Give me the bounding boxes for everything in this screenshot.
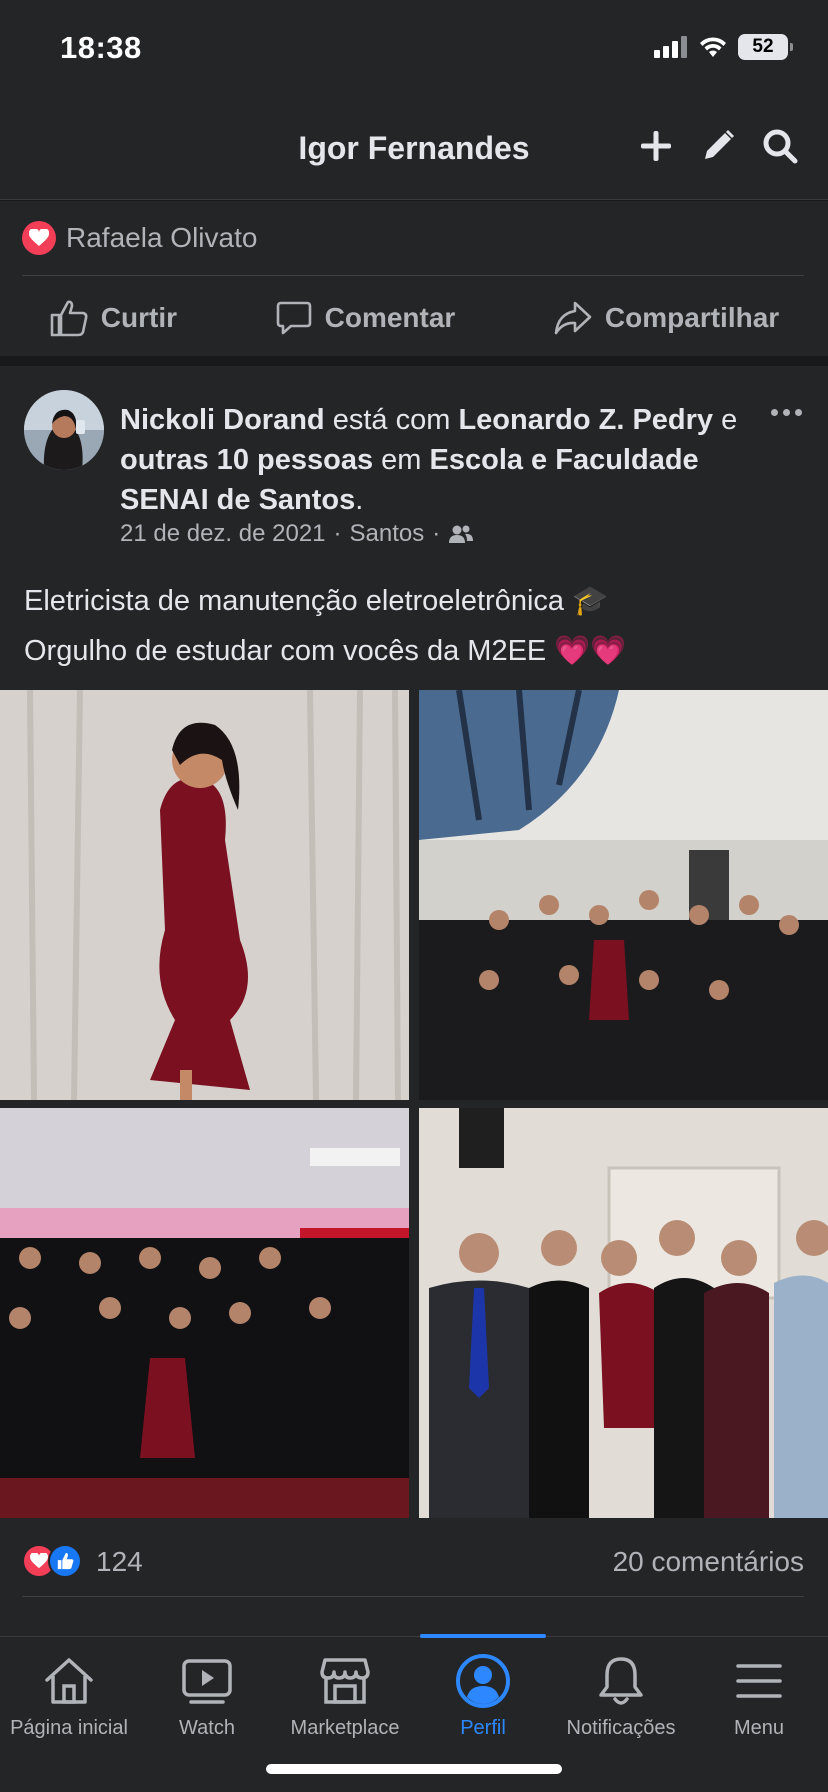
comments-count[interactable]: 20 comentários bbox=[613, 1546, 804, 1578]
tab-label: Notificações bbox=[566, 1717, 676, 1739]
post: Nickoli Dorand está com Leonardo Z. Pedr… bbox=[0, 366, 828, 1636]
thumbs-up-icon bbox=[50, 300, 88, 337]
love-reaction-icon bbox=[22, 221, 56, 255]
avatar[interactable] bbox=[24, 390, 104, 470]
menu-icon bbox=[729, 1651, 789, 1711]
marketplace-icon bbox=[315, 1651, 375, 1711]
reaction-count: 124 bbox=[96, 1546, 143, 1577]
others-link[interactable]: outras 10 pessoas bbox=[120, 444, 373, 476]
pencil-icon bbox=[705, 130, 734, 159]
edit-button[interactable] bbox=[696, 124, 740, 168]
more-dot bbox=[794, 408, 802, 416]
status-icons: 52 bbox=[654, 34, 793, 60]
photo-grid: SENA bbox=[0, 690, 828, 1518]
share-icon bbox=[554, 301, 592, 335]
watch-icon bbox=[177, 1651, 237, 1711]
meta-separator: · bbox=[333, 520, 342, 547]
tab-watch[interactable]: Watch bbox=[138, 1651, 276, 1740]
post-text-line: Eletricista de manutenção eletroeletrôni… bbox=[24, 585, 609, 617]
home-indicator bbox=[266, 1764, 562, 1774]
add-button[interactable] bbox=[634, 124, 678, 168]
tab-menu[interactable]: Menu bbox=[690, 1651, 828, 1740]
tab-label: Perfil bbox=[460, 1717, 506, 1739]
screen: 18:38 52 Igor Fernandes Rafaela Olivato … bbox=[0, 0, 828, 1792]
more-dot bbox=[782, 408, 790, 416]
plus-icon bbox=[641, 131, 671, 161]
signal-icon bbox=[654, 36, 687, 58]
photo-2[interactable] bbox=[419, 690, 828, 1100]
tab-label: Marketplace bbox=[290, 1717, 400, 1739]
tab-label: Menu bbox=[733, 1717, 785, 1739]
tab-label: Watch bbox=[179, 1717, 235, 1739]
divider bbox=[22, 275, 804, 276]
share-label: Compartilhar bbox=[604, 302, 780, 333]
home-icon bbox=[39, 1651, 99, 1711]
reactor-line[interactable]: Rafaela Olivato bbox=[22, 221, 257, 255]
search-button[interactable] bbox=[758, 124, 802, 168]
more-options-button[interactable] bbox=[766, 402, 806, 422]
search-icon bbox=[763, 129, 798, 164]
and-text: e bbox=[721, 404, 738, 436]
meta-separator: · bbox=[432, 520, 441, 547]
comment-icon bbox=[276, 301, 311, 335]
more-dot bbox=[770, 408, 778, 416]
comment-label: Comentar bbox=[324, 302, 456, 333]
header-actions bbox=[634, 124, 802, 168]
active-tab-indicator bbox=[420, 1634, 546, 1638]
divider bbox=[22, 1596, 804, 1597]
with-text: está com bbox=[332, 404, 451, 436]
post-date[interactable]: 21 de dez. de 2021 bbox=[120, 520, 326, 548]
author-name[interactable]: Nickoli Dorand bbox=[120, 404, 325, 436]
status-time: 18:38 bbox=[60, 30, 142, 65]
like-reaction-icon bbox=[48, 1544, 82, 1578]
post-location[interactable]: Santos bbox=[350, 520, 425, 548]
tab-marketplace[interactable]: Marketplace bbox=[276, 1651, 414, 1740]
share-button[interactable]: Compartilhar bbox=[553, 300, 779, 336]
post-author-line: Nickoli Dorand está com Leonardo Z. Pedr… bbox=[120, 400, 760, 520]
reactions-summary[interactable]: 124 20 comentários bbox=[0, 1526, 828, 1596]
tab-home[interactable]: Página inicial bbox=[0, 1651, 138, 1740]
bell-icon bbox=[591, 1651, 651, 1711]
tagged-person[interactable]: Leonardo Z. Pedry bbox=[458, 404, 713, 436]
photo-3[interactable]: SENA bbox=[0, 1108, 409, 1518]
comment-button[interactable]: Comentar bbox=[275, 299, 456, 337]
tab-notifications[interactable]: Notificações bbox=[552, 1651, 690, 1740]
reaction-icons bbox=[22, 1544, 82, 1578]
profile-icon bbox=[453, 1651, 513, 1711]
post-text-line: Orgulho de estudar com vocês da M2EE 💗💗 bbox=[24, 635, 627, 667]
at-text: em bbox=[381, 444, 422, 476]
reactor-name: Rafaela Olivato bbox=[66, 222, 258, 253]
friends-icon bbox=[449, 525, 474, 543]
like-label: Curtir bbox=[100, 302, 178, 333]
post-actions: Curtir Comentar Compartilhar bbox=[0, 283, 828, 353]
tab-profile[interactable]: Perfil bbox=[414, 1651, 552, 1740]
battery-icon: 52 bbox=[738, 34, 793, 60]
battery-level: 52 bbox=[752, 36, 774, 57]
profile-header: Igor Fernandes bbox=[0, 100, 828, 200]
post-text: Eletricista de manutenção eletroeletrôni… bbox=[24, 576, 804, 676]
wifi-icon bbox=[700, 37, 726, 57]
photo-gutter bbox=[0, 1100, 828, 1108]
status-bar: 18:38 52 bbox=[0, 0, 828, 100]
post-meta: 21 de dez. de 2021 · Santos · bbox=[120, 520, 474, 548]
photo-1[interactable] bbox=[0, 690, 409, 1100]
photo-4[interactable] bbox=[419, 1108, 828, 1518]
tab-label: Página inicial bbox=[10, 1717, 128, 1739]
like-button[interactable]: Curtir bbox=[49, 299, 177, 337]
period: . bbox=[355, 484, 364, 516]
previous-post-footer: Rafaela Olivato Curtir Comentar Comparti… bbox=[0, 201, 828, 356]
